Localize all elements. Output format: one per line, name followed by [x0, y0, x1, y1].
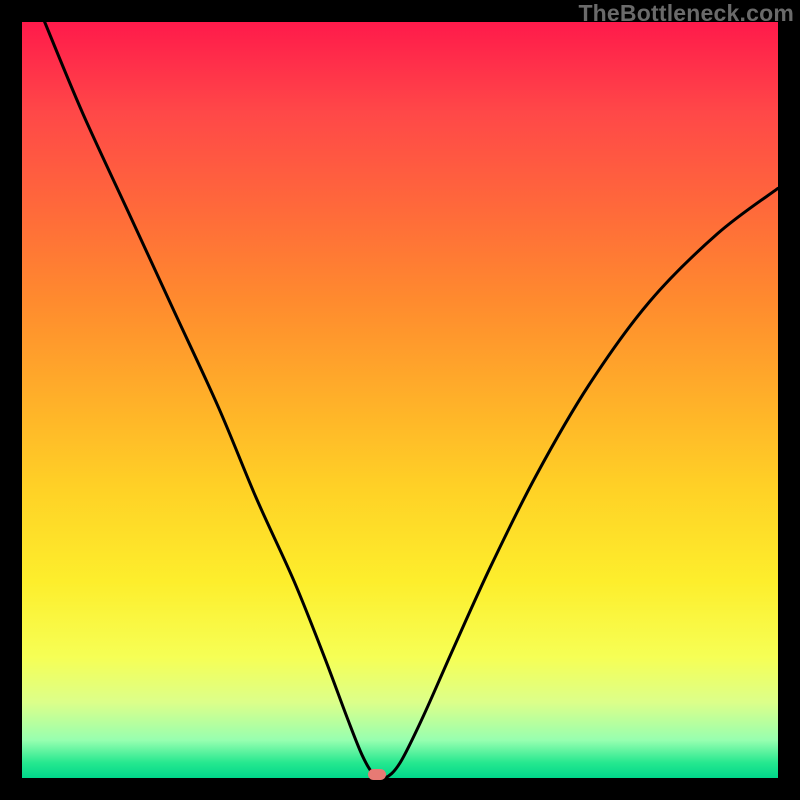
chart-frame: TheBottleneck.com [0, 0, 800, 800]
bottleneck-curve [45, 22, 778, 779]
plot-area [22, 22, 778, 778]
optimum-marker [368, 769, 386, 780]
curve-svg [22, 22, 778, 778]
